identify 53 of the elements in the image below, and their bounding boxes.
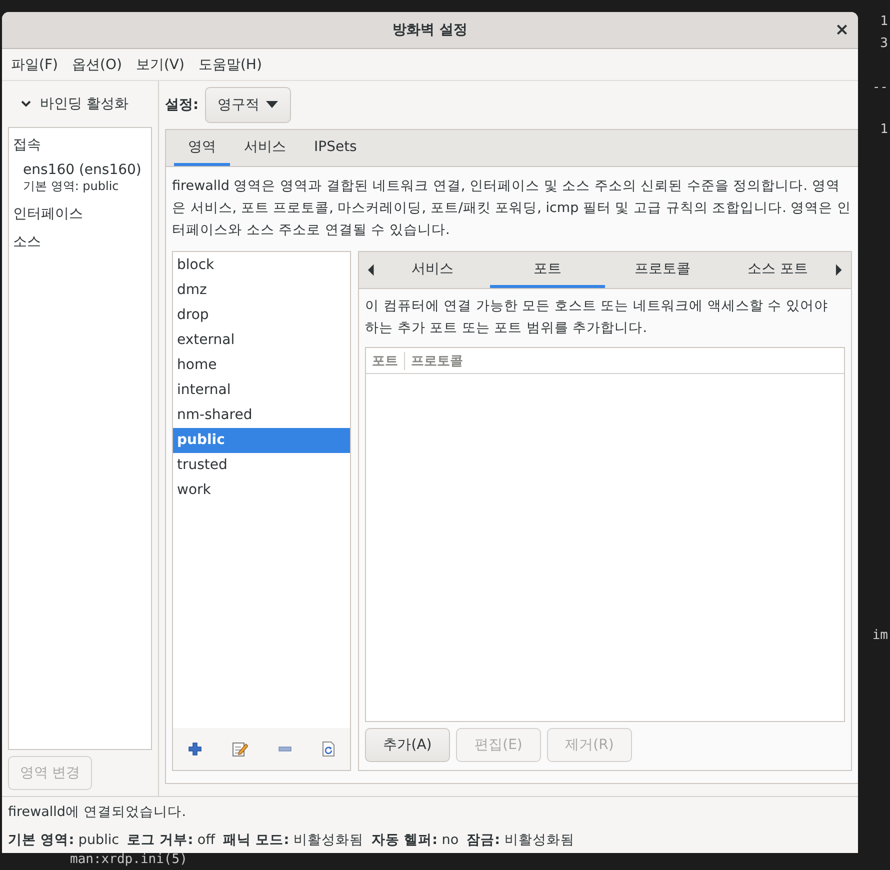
configuration-dropdown[interactable]: 영구적: [204, 87, 291, 123]
add-icon[interactable]: [188, 742, 202, 756]
zone-item[interactable]: public: [173, 428, 350, 453]
scroll-left-icon[interactable]: [367, 264, 375, 276]
caret-icon: [266, 101, 278, 109]
connection-zone-text: 기본 영역: public: [22, 178, 120, 195]
tab[interactable]: 서비스: [230, 130, 300, 166]
status-field: 기본 영역: public: [8, 831, 120, 849]
status-field: 잠금: 비활성화됨: [466, 831, 574, 849]
tab[interactable]: 프로토콜: [604, 252, 720, 288]
window-title: 방화벽 설정: [392, 21, 468, 39]
zone-item[interactable]: home: [173, 353, 350, 378]
tab[interactable]: 서비스: [374, 252, 490, 288]
remove-icon[interactable]: [278, 746, 292, 752]
menu-item[interactable]: 보기(V): [128, 56, 192, 74]
zone-item[interactable]: nm-shared: [173, 403, 350, 428]
zones-description: firewalld 영역은 영역과 결합된 네트워크 연결, 인터페이스 및 소스 주소의 신뢰된 수준을 정의합니다. 영역은 서비스, 포트 프로토콜, 마스커레이딩, 포트/패킷 포워딩, icmp 필터 및 고급 규칙의 조합입니다. 영역은 인터페이스와 소스 주소로 연결될 수 있습니다.: [172, 177, 852, 240]
status-field: 패닉 모드: 비활성화됨: [223, 831, 364, 849]
zone-item[interactable]: block: [173, 253, 350, 278]
port-action-button[interactable]: 추가(A): [365, 728, 450, 762]
scroll-right-icon[interactable]: [835, 264, 843, 276]
tab[interactable]: 영역: [174, 130, 230, 166]
binding-group-label: 접속: [13, 136, 42, 155]
reload-icon[interactable]: [322, 741, 335, 757]
zone-item[interactable]: external: [173, 328, 350, 353]
tab[interactable]: 소스 포트: [720, 252, 836, 288]
zone-item[interactable]: drop: [173, 303, 350, 328]
terminal-text: 1: [880, 122, 888, 137]
terminal-text: im: [872, 628, 888, 643]
status-field: 로그 거부: off: [127, 831, 215, 849]
menu-item[interactable]: 옵션(O): [64, 56, 129, 74]
menu-item[interactable]: 파일(F): [4, 56, 65, 74]
terminal-text: man:xrdp.ini(5): [70, 852, 188, 867]
menu-item[interactable]: 도움말(H): [191, 56, 269, 74]
bindings-expander[interactable]: 바인딩 활성화: [8, 81, 152, 127]
terminal-text: 3: [880, 36, 888, 51]
tab[interactable]: IPSets: [300, 130, 371, 166]
binding-group-label: 인터페이스: [13, 205, 84, 224]
terminal-text: 1: [880, 14, 888, 29]
edit-icon[interactable]: [232, 741, 248, 757]
ports-description: 이 컴퓨터에 연결 가능한 모든 호스트 또는 네트워크에 액세스할 수 있어야 하는 추가 포트 또는 포트 범위를 추가합니다.: [365, 297, 829, 338]
zone-item[interactable]: dmz: [173, 278, 350, 303]
tab[interactable]: 포트: [490, 252, 605, 288]
configuration-label: 설정:: [165, 96, 199, 114]
status-message: firewalld에 연결되었습니다.: [8, 803, 188, 821]
terminal-text: --: [872, 80, 888, 95]
zone-item[interactable]: internal: [173, 378, 350, 403]
connection-item[interactable]: ens160 (ens160): [13, 162, 147, 178]
binding-group-label: 소스: [13, 233, 42, 252]
status-field: 자동 헬퍼: no: [371, 831, 459, 849]
zone-item[interactable]: trusted: [173, 453, 350, 478]
zone-item[interactable]: work: [173, 478, 350, 503]
close-button[interactable]: ×: [830, 18, 854, 42]
